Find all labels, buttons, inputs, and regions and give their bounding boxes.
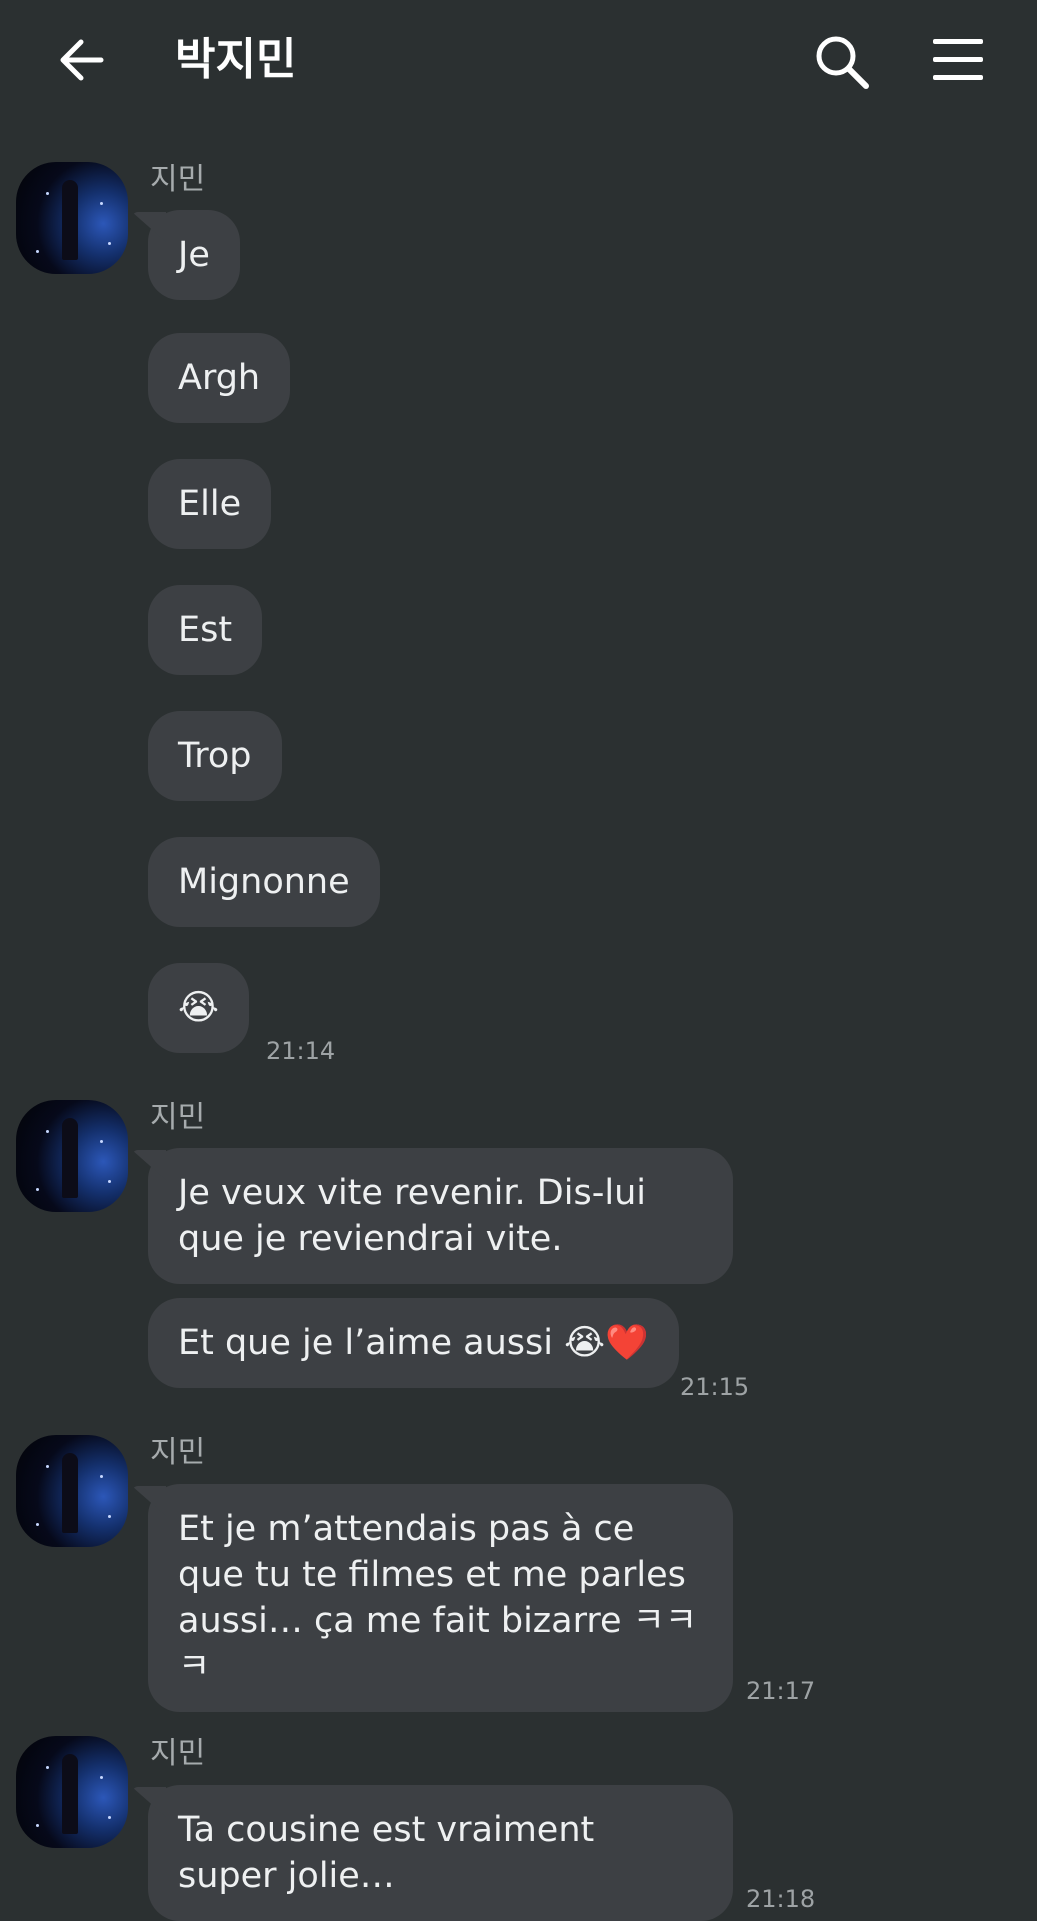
message-bubble[interactable]: Argh — [148, 333, 291, 423]
message-bubble[interactable]: 😭 — [148, 963, 249, 1053]
message-time: 21:18 — [746, 1885, 816, 1913]
sender-name: 지민 — [150, 1435, 206, 1470]
avatar[interactable] — [16, 162, 128, 274]
message-bubble[interactable]: Je — [148, 210, 240, 300]
sender-name: 지민 — [150, 1736, 206, 1771]
message-bubble[interactable]: Et que je l’aime aussi 😭❤️ — [148, 1298, 679, 1388]
sender-name: 지민 — [150, 162, 206, 197]
message-time: 21:15 — [680, 1373, 750, 1401]
message-list[interactable]: 지민 Je Argh Elle Est Trop Mignonne 😭 21:1… — [0, 0, 1037, 1921]
avatar[interactable] — [16, 1100, 128, 1212]
message-bubble[interactable]: Ta cousine est vraiment super jolie… — [148, 1785, 733, 1921]
message-bubble[interactable]: Mignonne — [148, 837, 380, 927]
message-time: 21:17 — [746, 1677, 816, 1705]
message-time: 21:14 — [266, 1037, 336, 1065]
avatar[interactable] — [16, 1736, 128, 1848]
message-bubble[interactable]: Elle — [148, 459, 272, 549]
message-bubble[interactable]: Est — [148, 585, 263, 675]
sender-name: 지민 — [150, 1100, 206, 1135]
avatar[interactable] — [16, 1435, 128, 1547]
message-bubble[interactable]: Je veux vite revenir. Dis-lui que je rev… — [148, 1148, 733, 1284]
message-bubble[interactable]: Trop — [148, 711, 282, 801]
message-bubble[interactable]: Et je m’attendais pas à ce que tu te fil… — [148, 1484, 733, 1712]
